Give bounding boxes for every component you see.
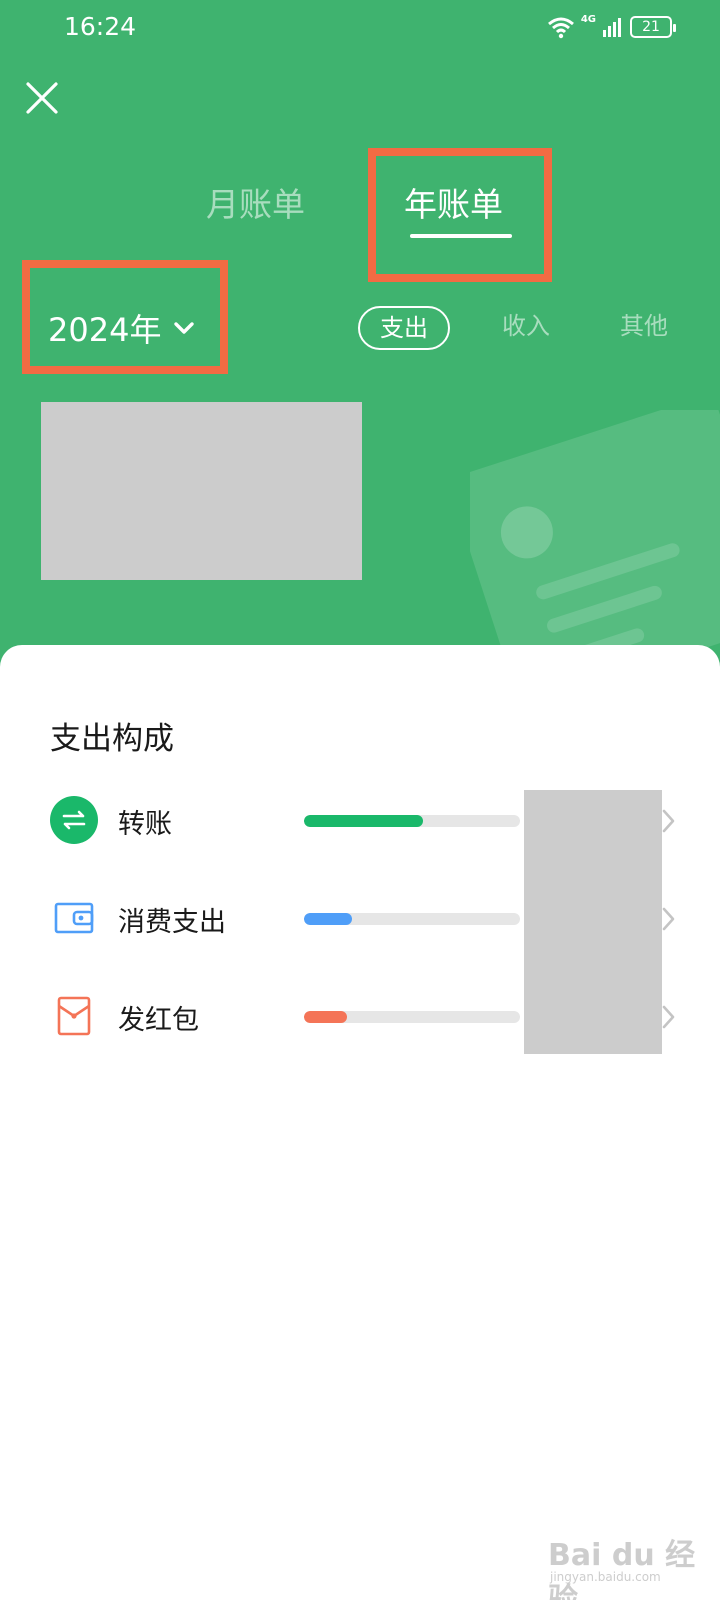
share-bar	[304, 815, 520, 827]
transfer-icon	[50, 796, 98, 844]
bill-illustration	[470, 410, 720, 680]
share-bar-fill	[304, 815, 423, 827]
tab-monthly-bill[interactable]: 月账单	[206, 178, 305, 226]
redacted-amounts	[524, 790, 662, 1054]
wifi-icon	[547, 17, 574, 39]
chevron-right-icon	[662, 1005, 675, 1029]
share-bar-fill	[304, 913, 352, 925]
watermark-url: jingyan.baidu.com	[550, 1570, 661, 1584]
expense-breakdown-sheet: 支出构成 转账 消费支出 发红包	[0, 645, 720, 1600]
watermark-logo: Bai du 经验	[548, 1538, 696, 1600]
battery-icon: 21	[630, 16, 676, 38]
annotation-highlight-year-tab	[368, 148, 552, 282]
status-bar: 16:24 4G 21	[0, 0, 720, 56]
battery-level: 21	[642, 19, 660, 35]
section-title: 支出构成	[50, 721, 174, 757]
category-label: 转账	[118, 809, 172, 840]
share-bar	[304, 913, 520, 925]
share-bar	[304, 1011, 520, 1023]
bill-tabs: 月账单 年账单	[0, 168, 720, 248]
network-type-label: 4G	[580, 13, 596, 25]
filter-other[interactable]: 其他	[614, 306, 674, 350]
filter-expense[interactable]: 支出	[358, 306, 450, 350]
close-icon[interactable]	[22, 78, 62, 118]
cellular-signal-icon	[603, 18, 621, 37]
chevron-right-icon	[662, 907, 675, 931]
category-label: 发红包	[118, 1005, 199, 1036]
share-bar-fill	[304, 1011, 348, 1023]
filter-income[interactable]: 收入	[496, 306, 556, 350]
category-label: 消费支出	[118, 907, 226, 938]
clock: 16:24	[64, 12, 137, 41]
redacted-summary	[41, 402, 362, 580]
chevron-right-icon	[662, 809, 675, 833]
wallet-icon	[50, 894, 98, 942]
annotation-highlight-year-selector	[22, 260, 228, 374]
status-icons: 4G 21	[547, 12, 676, 42]
red-packet-icon	[50, 992, 98, 1040]
